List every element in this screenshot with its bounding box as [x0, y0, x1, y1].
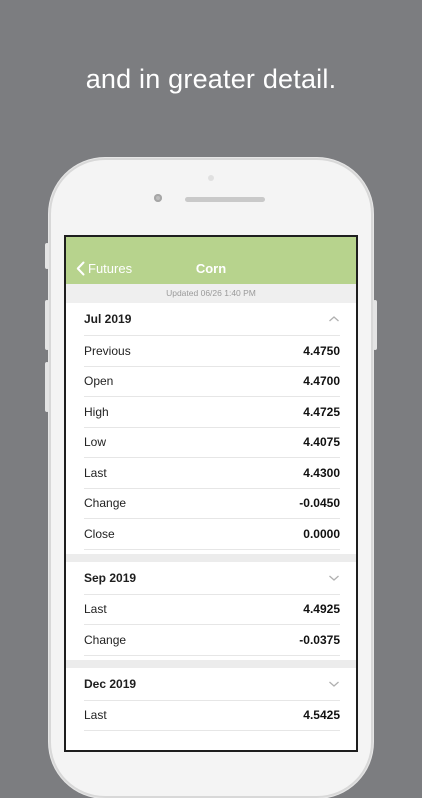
row-label: Close	[84, 526, 115, 541]
row-label: Previous	[84, 343, 131, 358]
back-button[interactable]: Futures	[76, 259, 132, 277]
detail-row: Last 4.5425	[84, 699, 340, 730]
detail-row: Change -0.0450	[84, 487, 340, 518]
row-value: 0.0000	[303, 526, 340, 541]
detail-row: Close 0.0000	[84, 518, 340, 548]
section-header[interactable]: Dec 2019	[66, 668, 356, 700]
section-divider	[66, 553, 356, 562]
row-value: 4.4725	[303, 404, 340, 419]
detail-row: High 4.4725	[84, 396, 340, 426]
section-title: Jul 2019	[84, 312, 132, 326]
proximity-sensor	[208, 175, 214, 181]
back-label: Futures	[88, 260, 133, 276]
row-label: Last	[84, 602, 107, 616]
section-divider	[66, 659, 356, 668]
row-value: 4.4925	[303, 602, 340, 616]
mute-switch	[45, 243, 49, 269]
promo-headline: and in greater detail.	[85, 64, 337, 94]
section-title: Dec 2019	[84, 676, 137, 691]
section-header[interactable]: Jul 2019	[66, 303, 356, 335]
row-value: 4.4300	[303, 465, 340, 480]
chevron-up-icon[interactable]	[328, 314, 340, 324]
detail-row: Open 4.4700	[84, 365, 340, 396]
row-value: -0.0375	[299, 632, 340, 647]
row-value: 4.4750	[303, 343, 340, 358]
section-header[interactable]: Sep 2019	[66, 562, 356, 594]
row-value: 4.4700	[303, 374, 340, 388]
row-divider	[84, 654, 340, 656]
row-label: High	[84, 404, 109, 419]
volume-up-button	[45, 300, 49, 350]
detail-row: Last 4.4300	[84, 457, 340, 487]
row-value: 4.4075	[303, 435, 340, 449]
row-label: Change	[84, 496, 127, 510]
row-label: Low	[84, 435, 107, 449]
row-divider	[84, 548, 340, 550]
detail-row: Low 4.4075	[84, 426, 340, 457]
volume-down-button	[45, 362, 49, 412]
chevron-down-icon[interactable]	[328, 573, 340, 583]
section-title: Sep 2019	[84, 570, 137, 585]
updated-timestamp: Updated 06/26 1:40 PM	[66, 284, 356, 303]
power-button	[373, 300, 377, 350]
app-screen: Futures Corn Updated 06/26 1:40 PM Jul 2…	[66, 237, 356, 750]
earpiece-speaker	[185, 197, 265, 202]
chevron-down-icon[interactable]	[328, 679, 340, 689]
detail-row: Previous 4.4750	[84, 335, 340, 365]
row-value: 4.5425	[303, 708, 340, 722]
row-label: Last	[84, 465, 107, 480]
row-label: Last	[84, 708, 107, 722]
detail-row: Change -0.0375	[84, 624, 340, 654]
row-label: Open	[84, 374, 114, 388]
front-camera	[154, 194, 162, 202]
navigation-bar: Futures Corn	[66, 237, 356, 284]
row-label: Change	[84, 632, 127, 647]
row-divider	[84, 730, 340, 731]
detail-row: Last 4.4925	[84, 593, 340, 624]
row-value: -0.0450	[299, 496, 340, 510]
chevron-left-icon	[76, 261, 85, 275]
